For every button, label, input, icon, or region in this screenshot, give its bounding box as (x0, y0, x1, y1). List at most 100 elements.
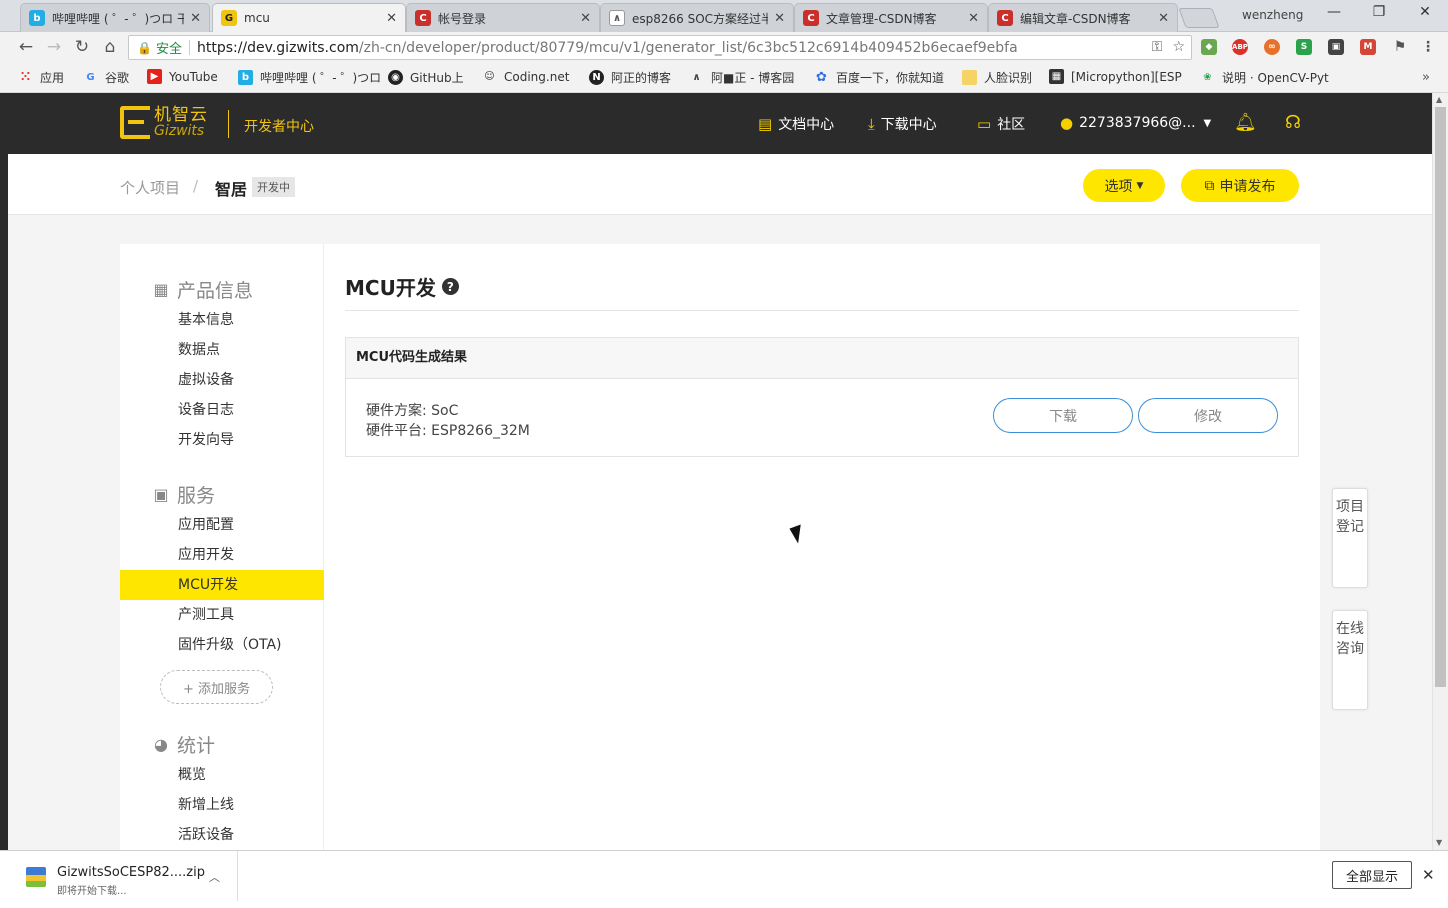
minimize-icon[interactable]: — (1320, 4, 1348, 26)
key-icon[interactable]: ⚿ (1152, 39, 1163, 55)
sidebar-item-mcu-dev[interactable]: MCU开发 (120, 570, 324, 600)
scrollbar-thumb[interactable] (1435, 107, 1446, 687)
page-scrollbar[interactable]: ▲ ▼ (1432, 93, 1448, 850)
image-icon[interactable]: ▣ (1328, 39, 1344, 55)
page-title: MCU开发 ? (345, 272, 459, 301)
extension-icon[interactable]: ∞ (1264, 39, 1280, 55)
caret-down-icon: ▼ (1203, 117, 1212, 129)
bookmark-youtube[interactable]: ▶ YouTube (147, 69, 218, 84)
scroll-down-icon[interactable]: ▼ (1436, 838, 1442, 847)
modify-button[interactable]: 修改 (1138, 398, 1278, 433)
browser-tab-login[interactable]: C 帐号登录 ✕ (406, 3, 600, 32)
close-tab-icon[interactable]: ✕ (580, 11, 591, 26)
bookmark-baidu[interactable]: ✿ 百度一下，你就知道 (814, 69, 944, 86)
browser-tab-mcu[interactable]: G mcu ✕ (212, 3, 406, 32)
address-bar[interactable]: 🔒 安全 https://dev.gizwits.com/zh-cn/devel… (128, 35, 1192, 60)
bell-icon[interactable]: 🔔︎ (1234, 112, 1257, 133)
close-tab-icon[interactable]: ✕ (386, 11, 397, 26)
menu-icon[interactable]: ⋮ (1420, 39, 1436, 55)
more-bookmarks-icon[interactable]: » (1422, 70, 1430, 85)
url-path: /zh-cn/developer/product/80779/mcu/v1/ge… (358, 39, 1018, 56)
project-register-tab[interactable]: 项目登记 (1332, 488, 1368, 588)
download-item[interactable]: GizwitsSoCESP82....zip 即将开始下载... ︿ (8, 851, 238, 901)
sidebar-item-virtual-device[interactable]: 虚拟设备 (120, 365, 324, 395)
sidebar-item-app-config[interactable]: 应用配置 (120, 510, 324, 540)
publish-button[interactable]: ⧉ 申请发布 (1181, 169, 1299, 202)
nav-downloads[interactable]: ⤓ 下载中心 (868, 114, 937, 134)
browser-tab-esp8266[interactable]: ∧ esp8266 SOC方案经过半 ✕ (600, 3, 794, 32)
bookmark-google[interactable]: G 谷歌 (83, 69, 129, 86)
browser-tab-csdn-manage[interactable]: C 文章管理-CSDN博客 ✕ (794, 3, 988, 32)
headset-icon[interactable]: ☊ (1285, 112, 1301, 133)
nav-community[interactable]: ▭ 社区 (977, 114, 1025, 134)
profile-name[interactable]: wenzheng (1242, 8, 1303, 22)
show-all-downloads-button[interactable]: 全部显示 (1332, 861, 1412, 889)
bookmark-icon[interactable]: ⚑ (1392, 39, 1408, 55)
browser-tab-csdn-edit[interactable]: C 编辑文章-CSDN博客 ✕ (988, 3, 1178, 32)
bookmarks-bar: ⁙ 应用 G 谷歌 ▶ YouTube b 哔哩哔哩 ( ゜- ゜)つロ ◉ GitHub… (0, 62, 1448, 93)
reload-icon[interactable]: ↻ (72, 37, 92, 57)
developer-center-link[interactable]: 开发者中心 (244, 116, 314, 136)
sidebar-item-active-devices[interactable]: 活跃设备 (120, 820, 324, 850)
bookmark-face-recognition[interactable]: 人脸识别 (962, 69, 1032, 86)
chevron-up-icon[interactable]: ︿ (209, 869, 220, 885)
window-frame (0, 93, 8, 850)
close-window-icon[interactable]: ✕ (1411, 4, 1439, 26)
sidebar-item-dev-guide[interactable]: 开发向导 (120, 425, 324, 455)
close-tab-icon[interactable]: ✕ (1158, 11, 1169, 26)
bookmark-coding[interactable]: ☺ Coding.net (482, 69, 569, 84)
bookmark-opencv[interactable]: ❀ 说明 · OpenCV-Pyt (1200, 69, 1329, 86)
sidebar-item-basic-info[interactable]: 基本信息 (120, 305, 324, 335)
bookmark-cnblogs[interactable]: ∧ 阿■正 - 博客园 (689, 69, 794, 86)
account-label: 2273837966@... (1079, 115, 1196, 131)
options-button[interactable]: 选项 ▼ (1083, 169, 1165, 202)
breadcrumb: 个人项目 / 智居 开发中 选项 ▼ ⧉ 申请发布 (8, 154, 1432, 215)
breadcrumb-parent-link[interactable]: 个人项目 (120, 177, 180, 198)
online-consult-tab[interactable]: 在线咨询 (1332, 610, 1368, 710)
star-icon[interactable]: ☆ (1172, 39, 1185, 55)
gizwits-logo[interactable]: 机智云 Gizwits (120, 106, 208, 139)
sidebar-item-datapoints[interactable]: 数据点 (120, 335, 324, 365)
close-tab-icon[interactable]: ✕ (190, 11, 201, 26)
product-name: 智居 (215, 180, 248, 199)
bookmark-bilibili[interactable]: b 哔哩哔哩 ( ゜- ゜)つロ (238, 69, 381, 86)
adblock-icon[interactable]: ABP (1232, 39, 1248, 55)
nav-label: 文档中心 (778, 117, 835, 133)
close-icon[interactable]: ✕ (1422, 866, 1435, 884)
home-icon[interactable]: ⌂ (100, 37, 120, 57)
account-menu[interactable]: ● 2273837966@... ▼ (1060, 114, 1211, 132)
sidebar-item-new-online[interactable]: 新增上线 (120, 790, 324, 820)
scroll-up-icon[interactable]: ▲ (1436, 95, 1442, 104)
bookmark-label: 说明 · OpenCV-Pyt (1222, 71, 1329, 85)
close-tab-icon[interactable]: ✕ (774, 11, 785, 26)
logo-cn: 机智云 (154, 105, 208, 125)
add-service-button[interactable]: + 添加服务 (160, 670, 273, 704)
forward-icon[interactable]: → (44, 37, 64, 57)
pie-chart-icon: ◕ (154, 735, 168, 754)
apps-grid-icon: ⁙ (20, 70, 31, 85)
gizwits-icon: G (221, 10, 237, 26)
back-icon[interactable]: ← (16, 37, 36, 57)
sidebar-item-ota[interactable]: 固件升级（OTA) (120, 630, 324, 660)
close-tab-icon[interactable]: ✕ (968, 11, 979, 26)
sidebar: ▦ 产品信息 基本信息 数据点 虚拟设备 设备日志 开发向导 ▣ 服务 应用配置 应… (120, 244, 324, 850)
browser-tab-bilibili[interactable]: b 哔哩哔哩 ( ゜- ゜)つロ 干杯 ✕ (20, 3, 210, 32)
sidebar-item-overview[interactable]: 概览 (120, 760, 324, 790)
sidebar-item-test-tools[interactable]: 产测工具 (120, 600, 324, 630)
sidebar-item-app-dev[interactable]: 应用开发 (120, 540, 324, 570)
extension-icon[interactable]: ◆ (1201, 39, 1217, 55)
nav-docs[interactable]: ▤ 文档中心 (758, 114, 834, 134)
gmail-icon[interactable]: M (1360, 39, 1376, 55)
bookmark-azheng-blog[interactable]: N 阿正的博客 (589, 69, 671, 86)
new-tab-button[interactable] (1178, 8, 1220, 28)
restore-icon[interactable]: ❐ (1365, 4, 1393, 26)
extension-icon[interactable]: S (1296, 39, 1312, 55)
help-icon[interactable]: ? (441, 278, 459, 295)
bookmark-github[interactable]: ◉ GitHub上 (388, 69, 464, 86)
download-icon: ⤓ (868, 115, 875, 133)
bookmark-micropython[interactable]: ▦ [Micropython][ESP (1049, 69, 1182, 84)
sidebar-item-device-log[interactable]: 设备日志 (120, 395, 324, 425)
download-button[interactable]: 下载 (993, 398, 1133, 433)
bookmark-apps[interactable]: ⁙ 应用 (18, 69, 64, 86)
download-filename: GizwitsSoCESP82....zip (57, 865, 205, 880)
